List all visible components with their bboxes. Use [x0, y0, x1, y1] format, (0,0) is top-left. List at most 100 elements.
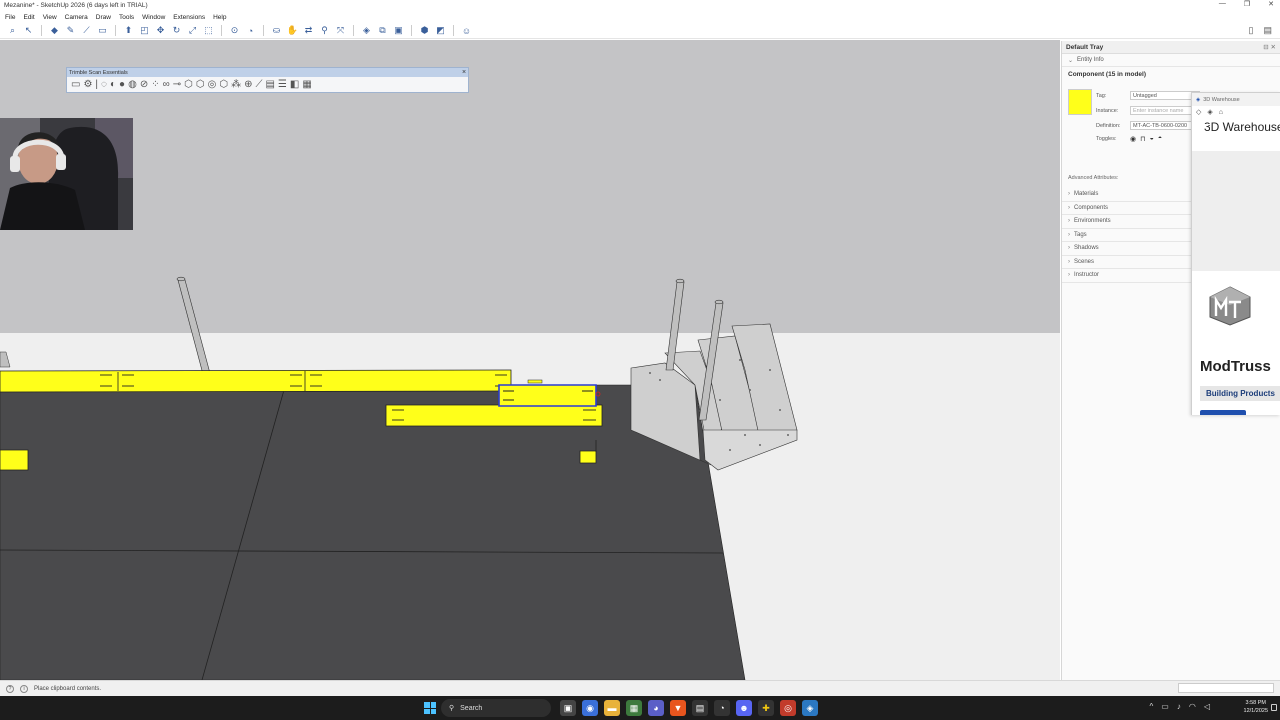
definition-input[interactable]: MT-AC-TB-0600-0200 — [1130, 121, 1200, 130]
floating-toolbar-close-button[interactable]: × — [460, 69, 468, 77]
sketchup-icon[interactable]: ◈ — [802, 700, 818, 716]
measure-icon[interactable]: ⟋ — [255, 79, 262, 90]
menu-file[interactable]: File — [5, 14, 15, 21]
panel-environments[interactable]: › Environments — [1062, 215, 1192, 229]
speed-icon[interactable]: ◔ — [714, 700, 730, 716]
zoom-icon[interactable]: ⚲ — [318, 24, 331, 37]
hexagon-icon[interactable]: ⬡ — [184, 79, 193, 90]
slash-drop-icon[interactable]: ⊘ — [140, 79, 148, 90]
pan-icon[interactable]: ⇄ — [302, 24, 315, 37]
account-icon[interactable]: ▤ — [1263, 25, 1272, 36]
discord-icon[interactable]: ☻ — [736, 700, 752, 716]
warehouse-titlebar[interactable]: ◈ 3D Warehouse — [1192, 93, 1280, 106]
taskbar-search[interactable]: ⚲ Search — [441, 699, 551, 717]
style-icon[interactable]: ◩ — [434, 24, 447, 37]
network-icon[interactable]: ▭ — [1161, 702, 1169, 711]
rotate-tool-icon[interactable]: ↻ — [170, 24, 183, 37]
folder-icon[interactable]: ▭ — [71, 79, 80, 90]
start-button[interactable] — [424, 702, 436, 714]
back-icon[interactable]: ◇ — [1196, 108, 1201, 116]
panel-tags[interactable]: › Tags — [1062, 229, 1192, 242]
lock-toggle-icon[interactable]: ⊓ — [1140, 135, 1145, 143]
menu-window[interactable]: Window — [142, 14, 165, 21]
drop-outline-icon[interactable]: ◍ — [128, 79, 137, 90]
file-explorer-icon[interactable]: ▬ — [604, 700, 620, 716]
model-viewport[interactable] — [0, 40, 1060, 680]
zoom-extents-icon[interactable]: ⤧ — [334, 24, 347, 37]
forward-icon[interactable]: ◈ — [1207, 108, 1212, 116]
panel-scenes[interactable]: › Scenes — [1062, 256, 1192, 269]
stack-icon[interactable]: ☰ — [278, 79, 287, 90]
link-icon[interactable]: ∞ — [163, 79, 170, 90]
menu-tools[interactable]: Tools — [119, 14, 134, 21]
instance-input[interactable]: Enter instance name — [1130, 106, 1200, 115]
chrome-icon[interactable]: ◎ — [780, 700, 796, 716]
panel-components[interactable]: › Components — [1062, 202, 1192, 215]
brave-icon[interactable]: ▼ — [670, 700, 686, 716]
add-icon[interactable]: ⊕ — [244, 79, 252, 90]
line-tool-icon[interactable]: ⟋ — [80, 24, 93, 37]
protractor-icon[interactable]: ◔ — [244, 24, 257, 37]
menu-draw[interactable]: Draw — [96, 14, 111, 21]
volume-icon[interactable]: ◁ — [1204, 702, 1210, 711]
scatter-icon[interactable]: ⁘ — [151, 79, 159, 90]
extension-warehouse-icon[interactable]: ⧉ — [376, 24, 389, 37]
material-swatch[interactable] — [1068, 89, 1092, 115]
panel-instructor[interactable]: › Instructor — [1062, 269, 1192, 283]
drop-icon[interactable]: ◐ — [110, 79, 116, 90]
copilot-icon[interactable]: ◉ — [582, 700, 598, 716]
push-pull-icon[interactable]: ⬆ — [122, 24, 135, 37]
tray-pin-icon[interactable]: ⊟ ✕ — [1263, 43, 1276, 51]
grid-app-icon[interactable]: ▤ — [692, 700, 708, 716]
menu-extensions[interactable]: Extensions — [173, 14, 205, 21]
tape-measure-icon[interactable]: ⊙ — [228, 24, 241, 37]
system-clock[interactable]: 3:58 PM 12/1/2025 — [1244, 699, 1268, 715]
warehouse-icon[interactable]: ◈ — [360, 24, 373, 37]
document-icon[interactable]: ▯ — [1249, 25, 1254, 36]
menu-edit[interactable]: Edit — [23, 14, 34, 21]
target-icon[interactable]: ◎ — [208, 79, 217, 90]
floating-toolbar-titlebar[interactable]: Trimble Scan Essentials × — [67, 68, 468, 77]
component-icon[interactable]: ⬢ — [418, 24, 431, 37]
mic-icon[interactable]: ♪ — [1177, 702, 1181, 711]
menu-view[interactable]: View — [43, 14, 57, 21]
teams-icon[interactable]: ◕ — [648, 700, 664, 716]
warehouse-brand[interactable]: 3D Warehouse — [1192, 118, 1280, 136]
shadow-receive-toggle-icon[interactable]: ◓ — [1158, 135, 1162, 143]
close-button[interactable]: ✕ — [1268, 0, 1274, 8]
hexagon-outline-icon[interactable]: ⬡ — [219, 79, 228, 90]
minimize-button[interactable]: — — [1219, 0, 1226, 8]
eraser-icon[interactable]: ◆ — [48, 24, 61, 37]
plus-icon[interactable]: ✚ — [758, 700, 774, 716]
info-icon[interactable]: ? — [6, 684, 14, 693]
settings-icon[interactable]: ⚙ — [83, 79, 92, 90]
entity-info-header[interactable]: ⌄ Entity Info — [1062, 54, 1280, 67]
select-tool-icon[interactable]: ↖ — [22, 24, 35, 37]
maximize-button[interactable]: ❐ — [1244, 0, 1250, 8]
menu-help[interactable]: Help — [213, 14, 226, 21]
menu-camera[interactable]: Camera — [65, 14, 88, 21]
panel-shadows[interactable]: › Shadows — [1062, 242, 1192, 256]
grid-icon[interactable]: ▦ — [302, 79, 311, 90]
pencil-icon[interactable]: ✎ — [64, 24, 77, 37]
filled-drop-icon[interactable]: ● — [119, 79, 125, 90]
chevron-up-icon[interactable]: ^ — [1150, 702, 1154, 711]
panel-materials[interactable]: › Materials — [1062, 188, 1192, 202]
geo-icon[interactable]: i — [20, 684, 28, 693]
home-icon[interactable]: ⌂ — [1219, 109, 1223, 116]
hexagon-alt-icon[interactable]: ⬡ — [196, 79, 205, 90]
layout-icon[interactable]: ▣ — [392, 24, 405, 37]
orbit-icon[interactable]: ✋ — [286, 24, 299, 37]
calculator-icon[interactable]: ▦ — [626, 700, 642, 716]
collection-button[interactable] — [1200, 410, 1246, 415]
layers-icon[interactable]: ▤ — [265, 79, 274, 90]
rectangle-tool-icon[interactable]: ▭ — [96, 24, 109, 37]
paint-bucket-icon[interactable]: ⛀ — [270, 24, 283, 37]
task-view-icon[interactable]: ▣ — [560, 700, 576, 716]
move-tool-icon[interactable]: ✥ — [154, 24, 167, 37]
scale-tool-icon[interactable]: ⤢ — [186, 24, 199, 37]
search-icon[interactable]: ⌕ — [6, 24, 19, 37]
layers-blue-icon[interactable]: ◧ — [290, 79, 299, 90]
user-icon[interactable]: ☺ — [460, 24, 473, 37]
point-cloud-icon[interactable]: ◌ — [101, 79, 107, 90]
